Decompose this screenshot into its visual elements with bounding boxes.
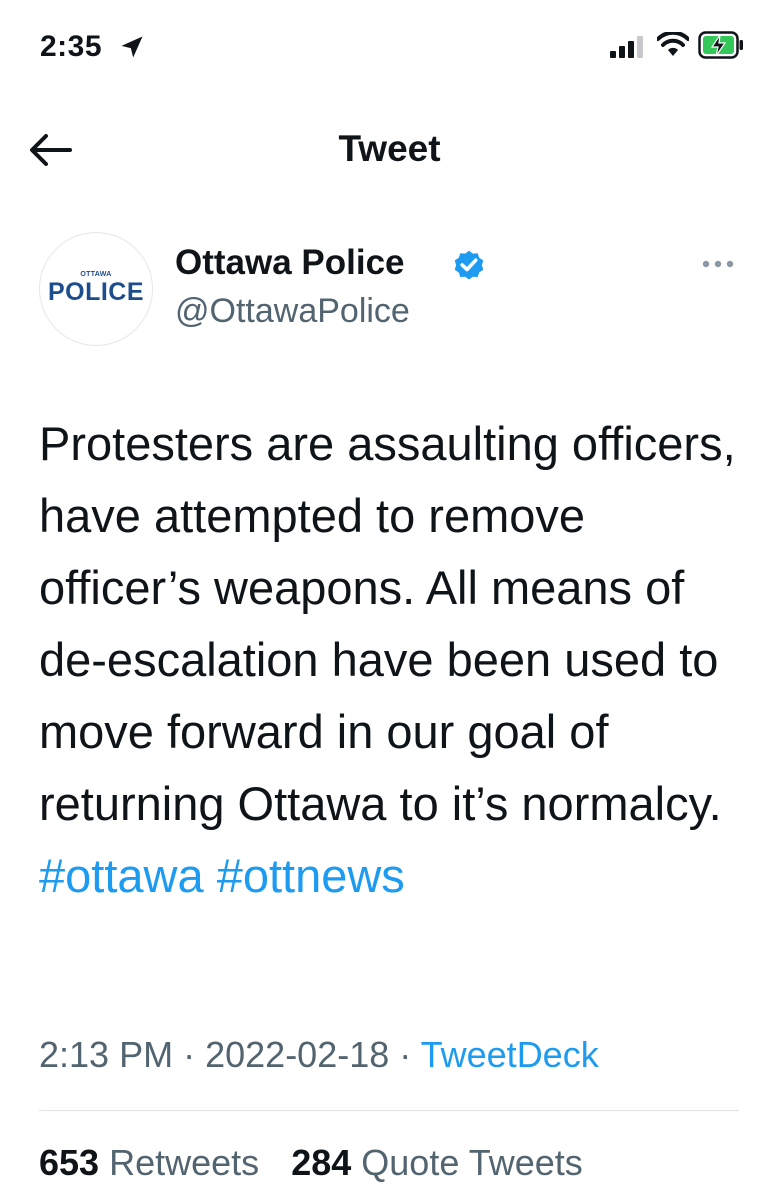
status-bar: 2:35	[0, 0, 779, 100]
wifi-icon	[657, 32, 689, 56]
more-dots-icon[interactable]	[697, 250, 739, 278]
quote-tweets-count: 284	[291, 1142, 352, 1183]
battery-charging-icon	[698, 31, 743, 59]
tweet-time[interactable]: 2:13 PM	[39, 1034, 173, 1075]
avatar-logo-small-text: OTTAWA	[80, 271, 112, 278]
quote-tweets-stat[interactable]: 284 Quote Tweets	[291, 1142, 583, 1184]
tweet-date[interactable]: 2022-02-18	[205, 1034, 389, 1075]
avatar[interactable]: OTTAWA POLICE	[39, 232, 153, 346]
cellular-signal-icon	[610, 36, 643, 58]
location-arrow-icon	[121, 36, 143, 58]
page-title: Tweet	[338, 128, 441, 169]
hashtag-link[interactable]: #ottnews	[217, 849, 405, 902]
retweets-stat[interactable]: 653 Retweets	[39, 1142, 259, 1184]
tweet-stats: 653 Retweets 284 Quote Tweets	[39, 1142, 605, 1184]
tweet-text: Protesters are assaulting officers, have…	[39, 408, 759, 912]
hashtag-link[interactable]: #ottawa	[39, 849, 204, 902]
status-time: 2:35	[40, 30, 103, 63]
retweets-label: Retweets	[109, 1142, 260, 1183]
verified-badge-icon	[454, 250, 484, 280]
author-display-name[interactable]: Ottawa Police	[175, 243, 405, 283]
tweet-meta: 2:13 PM · 2022-02-18 · TweetDeck	[39, 1034, 599, 1076]
retweets-count: 653	[39, 1142, 100, 1183]
divider	[39, 1110, 739, 1111]
meta-separator: ·	[399, 1034, 412, 1075]
avatar-logo-text: POLICE	[47, 278, 145, 306]
meta-separator: ·	[183, 1034, 196, 1075]
nav-bar: Tweet	[0, 110, 779, 190]
tweet-body: Protesters are assaulting officers, have…	[39, 417, 736, 830]
tweet-source-link[interactable]: TweetDeck	[421, 1034, 599, 1075]
quote-tweets-label: Quote Tweets	[361, 1142, 583, 1183]
author-handle[interactable]: @OttawaPolice	[175, 292, 410, 331]
